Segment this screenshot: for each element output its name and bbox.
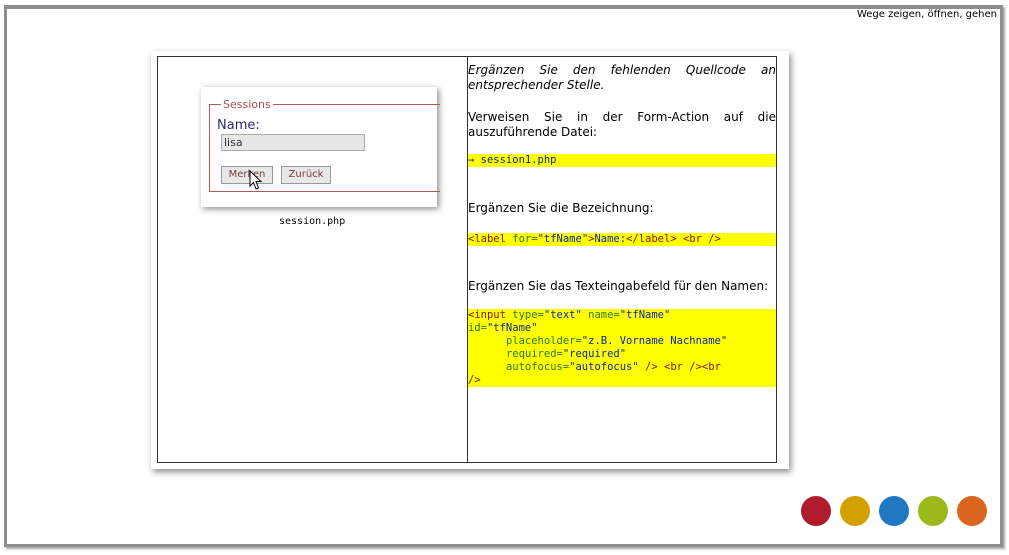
right-cell: Ergänzen Sie den fehlenden Quellcode an …: [467, 56, 777, 463]
merken-button[interactable]: Merken: [221, 166, 273, 184]
nav-dots: [801, 496, 987, 526]
top-nav-link[interactable]: Wege zeigen, öffnen, gehen: [857, 9, 997, 20]
name-input[interactable]: lisa: [221, 134, 365, 151]
mouse-cursor-icon: [249, 170, 263, 190]
nav-dot-5[interactable]: [957, 496, 987, 526]
form-preview: Sessions Name: lisa Merken Zurück: [201, 87, 440, 207]
answer-label-code[interactable]: <label for="tfName">Name:</label> <br />: [468, 233, 776, 246]
question-input: Ergänzen Sie das Texteingabefeld für den…: [468, 279, 769, 293]
nav-dot-4[interactable]: [918, 496, 948, 526]
nav-dot-2[interactable]: [840, 496, 870, 526]
question-form-action: Verweisen Sie in der Form-Action auf die…: [468, 110, 776, 139]
answer-form-action[interactable]: → session1.php: [468, 154, 776, 167]
filename-label: session.php: [279, 216, 346, 227]
name-label: Name:: [217, 118, 260, 133]
fieldset-legend: Sessions: [221, 98, 273, 111]
answer-input-code[interactable]: <input type="text" name="tfName" id="tfN…: [468, 309, 776, 387]
zurueck-button[interactable]: Zurück: [281, 166, 331, 184]
question-label: Ergänzen Sie die Bezeichnung:: [468, 201, 654, 215]
nav-dot-1[interactable]: [801, 496, 831, 526]
intro-text: Ergänzen Sie den fehlenden Quellcode an …: [468, 63, 776, 92]
nav-dot-3[interactable]: [879, 496, 909, 526]
